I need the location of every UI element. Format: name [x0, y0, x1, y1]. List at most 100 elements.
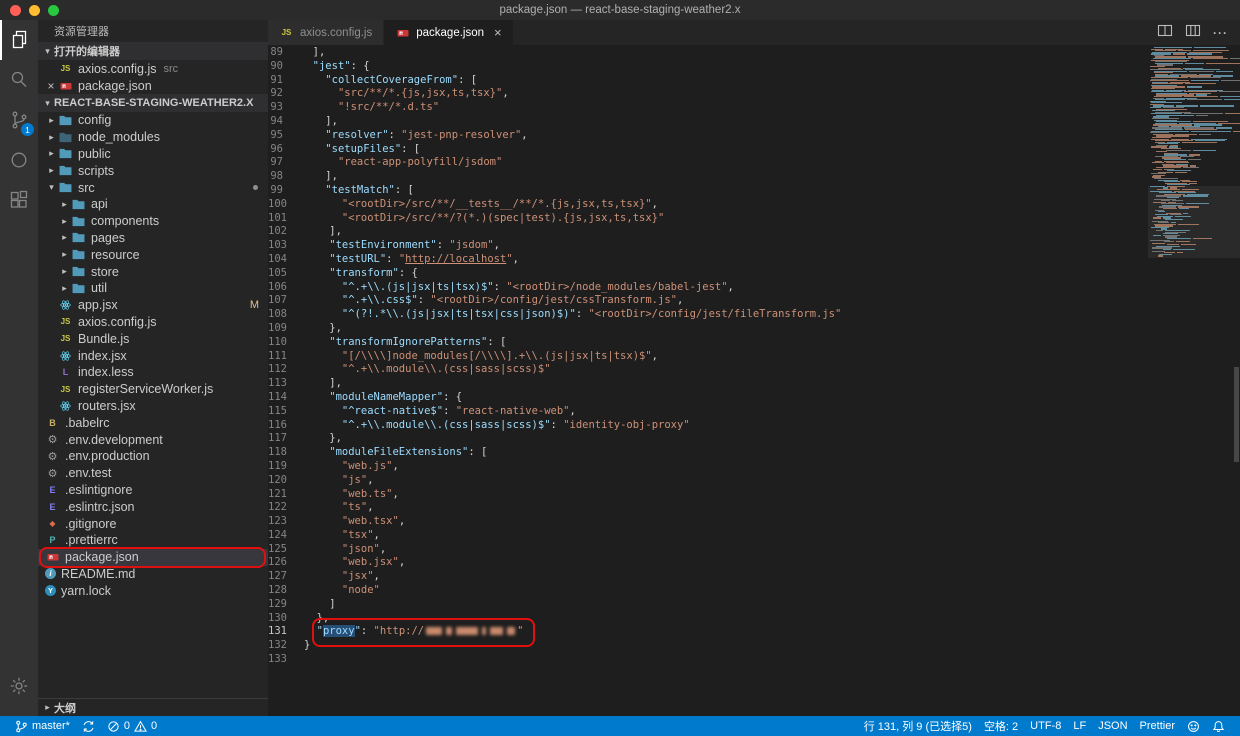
code-line-93[interactable]: 93 "!src/**/*.d.ts" [268, 101, 1148, 115]
tree-item-public[interactable]: ▸ public [38, 146, 268, 163]
git-branch-status[interactable]: master* [9, 716, 76, 736]
code-line-129[interactable]: 129 ] [268, 598, 1148, 612]
code-line-110[interactable]: 110 "transformIgnorePatterns": [ [268, 336, 1148, 350]
tree-item-src[interactable]: ▾ src [38, 179, 268, 196]
tree-item-.eslintignore[interactable]: E .eslintignore [38, 482, 268, 499]
code-line-109[interactable]: 109 }, [268, 322, 1148, 336]
root-folder-header[interactable]: REACT-BASE-STAGING-WEATHER2.X [38, 94, 268, 112]
close-icon[interactable] [44, 79, 58, 93]
code-line-123[interactable]: 123 "web.tsx", [268, 515, 1148, 529]
code-line-105[interactable]: 105 "transform": { [268, 267, 1148, 281]
tree-item-pages[interactable]: ▸ pages [38, 230, 268, 247]
code-line-113[interactable]: 113 ], [268, 377, 1148, 391]
tree-item-app.jsx[interactable]: app.jsx M [38, 297, 268, 314]
code-line-107[interactable]: 107 "^.+\\.css$": "<rootDir>/config/jest… [268, 294, 1148, 308]
code-line-119[interactable]: 119 "web.js", [268, 460, 1148, 474]
code-line-98[interactable]: 98 ], [268, 170, 1148, 184]
code-line-91[interactable]: 91 "collectCoverageFrom": [ [268, 74, 1148, 88]
tree-item-axios.config.js[interactable]: JS axios.config.js [38, 314, 268, 331]
tree-item-.env.test[interactable]: ⚙ .env.test [38, 465, 268, 482]
code-line-121[interactable]: 121 "web.ts", [268, 488, 1148, 502]
minimize-window-button[interactable] [29, 5, 40, 16]
explorer-icon[interactable] [0, 20, 38, 60]
code-line-130[interactable]: 130 }, [268, 612, 1148, 626]
tree-item-routers.jsx[interactable]: routers.jsx [38, 398, 268, 415]
language-mode[interactable]: JSON [1092, 716, 1133, 736]
extensions-icon[interactable] [0, 180, 38, 220]
tree-item-.eslintrc.json[interactable]: E .eslintrc.json [38, 498, 268, 515]
code-line-122[interactable]: 122 "ts", [268, 501, 1148, 515]
code-line-120[interactable]: 120 "js", [268, 474, 1148, 488]
close-window-button[interactable] [10, 5, 21, 16]
tab-package.json[interactable]: package.json × [384, 20, 514, 45]
search-icon[interactable] [0, 60, 38, 100]
code-line-133[interactable]: 133 [268, 653, 1148, 667]
code-line-127[interactable]: 127 "jsx", [268, 570, 1148, 584]
tree-item-registerserviceworker.js[interactable]: JS registerServiceWorker.js [38, 381, 268, 398]
tree-item-package.json[interactable]: package.json [38, 546, 268, 568]
code-line-108[interactable]: 108 "^(?!.*\\.(js|jsx|ts|tsx|css|json)$)… [268, 308, 1148, 322]
problems-status[interactable]: 0 0 [101, 716, 163, 736]
code-line-126[interactable]: 126 "web.jsx", [268, 556, 1148, 570]
code-line-132[interactable]: 132} [268, 639, 1148, 653]
tree-item-.babelrc[interactable]: B .babelrc [38, 414, 268, 431]
open-editors-header[interactable]: 打开的编辑器 [38, 42, 268, 60]
code-line-97[interactable]: 97 "react-app-polyfill/jsdom" [268, 156, 1148, 170]
tree-item-index.jsx[interactable]: index.jsx [38, 347, 268, 364]
notifications-bell-icon[interactable] [1206, 716, 1231, 736]
code-line-114[interactable]: 114 "moduleNameMapper": { [268, 391, 1148, 405]
code-line-131[interactable]: 131 "proxy": "http://" [268, 618, 1148, 647]
more-actions-icon[interactable] [1213, 24, 1228, 42]
vertical-scrollbar[interactable] [1234, 367, 1239, 462]
code-line-112[interactable]: 112 "^.+\\.module\\.(css|sass|scss)$" [268, 363, 1148, 377]
code-line-117[interactable]: 117 }, [268, 432, 1148, 446]
eol-setting[interactable]: LF [1067, 716, 1092, 736]
tree-item-.prettierrc[interactable]: P .prettierrc [38, 532, 268, 549]
open-editor-package.json[interactable]: package.json [38, 77, 268, 94]
tree-item-bundle.js[interactable]: JS Bundle.js [38, 330, 268, 347]
outline-header[interactable]: 大纲 [38, 698, 268, 716]
tab-axios.config.js[interactable]: JS axios.config.js [268, 20, 385, 45]
code-line-104[interactable]: 104 "testURL": "http://localhost", [268, 253, 1148, 267]
cursor-position[interactable]: 行 131, 列 9 (已选择5) [858, 716, 978, 736]
tree-item-index.less[interactable]: Lindex.less [38, 364, 268, 381]
tree-item-.gitignore[interactable]: ◆ .gitignore [38, 515, 268, 532]
code-line-90[interactable]: 90 "jest": { [268, 60, 1148, 74]
tree-item-api[interactable]: ▸ api [38, 196, 268, 213]
tree-item-config[interactable]: ▸ config [38, 112, 268, 129]
open-editor-axios.config.js[interactable]: JS axios.config.js src [38, 60, 268, 77]
tree-item-.env.development[interactable]: ⚙ .env.development [38, 431, 268, 448]
code-line-89[interactable]: 89 ], [268, 46, 1148, 60]
debug-icon[interactable] [0, 140, 38, 180]
code-line-92[interactable]: 92 "src/**/*.{js,jsx,ts,tsx}", [268, 87, 1148, 101]
tree-item-node-modules[interactable]: ▸ node_modules [38, 129, 268, 146]
code-line-124[interactable]: 124 "tsx", [268, 529, 1148, 543]
tree-item-yarn.lock[interactable]: Yyarn.lock [38, 582, 268, 599]
tree-item-util[interactable]: ▸ util [38, 280, 268, 297]
close-icon[interactable]: × [494, 25, 502, 40]
split-editor-icon[interactable] [1157, 23, 1173, 43]
tree-item-components[interactable]: ▸ components [38, 213, 268, 230]
code-line-106[interactable]: 106 "^.+\\.(js|jsx|ts|tsx)$": "<rootDir>… [268, 281, 1148, 295]
code-line-96[interactable]: 96 "setupFiles": [ [268, 143, 1148, 157]
code-line-99[interactable]: 99 "testMatch": [ [268, 184, 1148, 198]
code-line-111[interactable]: 111 "[/\\\\]node_modules[/\\\\].+\\.(js|… [268, 350, 1148, 364]
code-line-116[interactable]: 116 "^.+\\.module\\.(css|sass|scss)$": "… [268, 419, 1148, 433]
settings-gear-icon[interactable] [0, 666, 38, 706]
indentation-setting[interactable]: 空格: 2 [978, 716, 1024, 736]
sync-button[interactable] [76, 716, 101, 736]
tree-item-scripts[interactable]: ▸ scripts [38, 162, 268, 179]
code-line-103[interactable]: 103 "testEnvironment": "jsdom", [268, 239, 1148, 253]
code-line-94[interactable]: 94 ], [268, 115, 1148, 129]
code-line-125[interactable]: 125 "json", [268, 543, 1148, 557]
formatter-status[interactable]: Prettier [1134, 716, 1181, 736]
code-line-128[interactable]: 128 "node" [268, 584, 1148, 598]
code-line-118[interactable]: 118 "moduleFileExtensions": [ [268, 446, 1148, 460]
tree-item-resource[interactable]: ▸ resource [38, 246, 268, 263]
encoding-setting[interactable]: UTF-8 [1024, 716, 1067, 736]
code-line-115[interactable]: 115 "^react-native$": "react-native-web"… [268, 405, 1148, 419]
code-line-101[interactable]: 101 "<rootDir>/src/**/?(*.)(spec|test).{… [268, 212, 1148, 226]
tree-item-store[interactable]: ▸ store [38, 263, 268, 280]
code-line-100[interactable]: 100 "<rootDir>/src/**/__tests__/**/*.{js… [268, 198, 1148, 212]
code-line-95[interactable]: 95 "resolver": "jest-pnp-resolver", [268, 129, 1148, 143]
